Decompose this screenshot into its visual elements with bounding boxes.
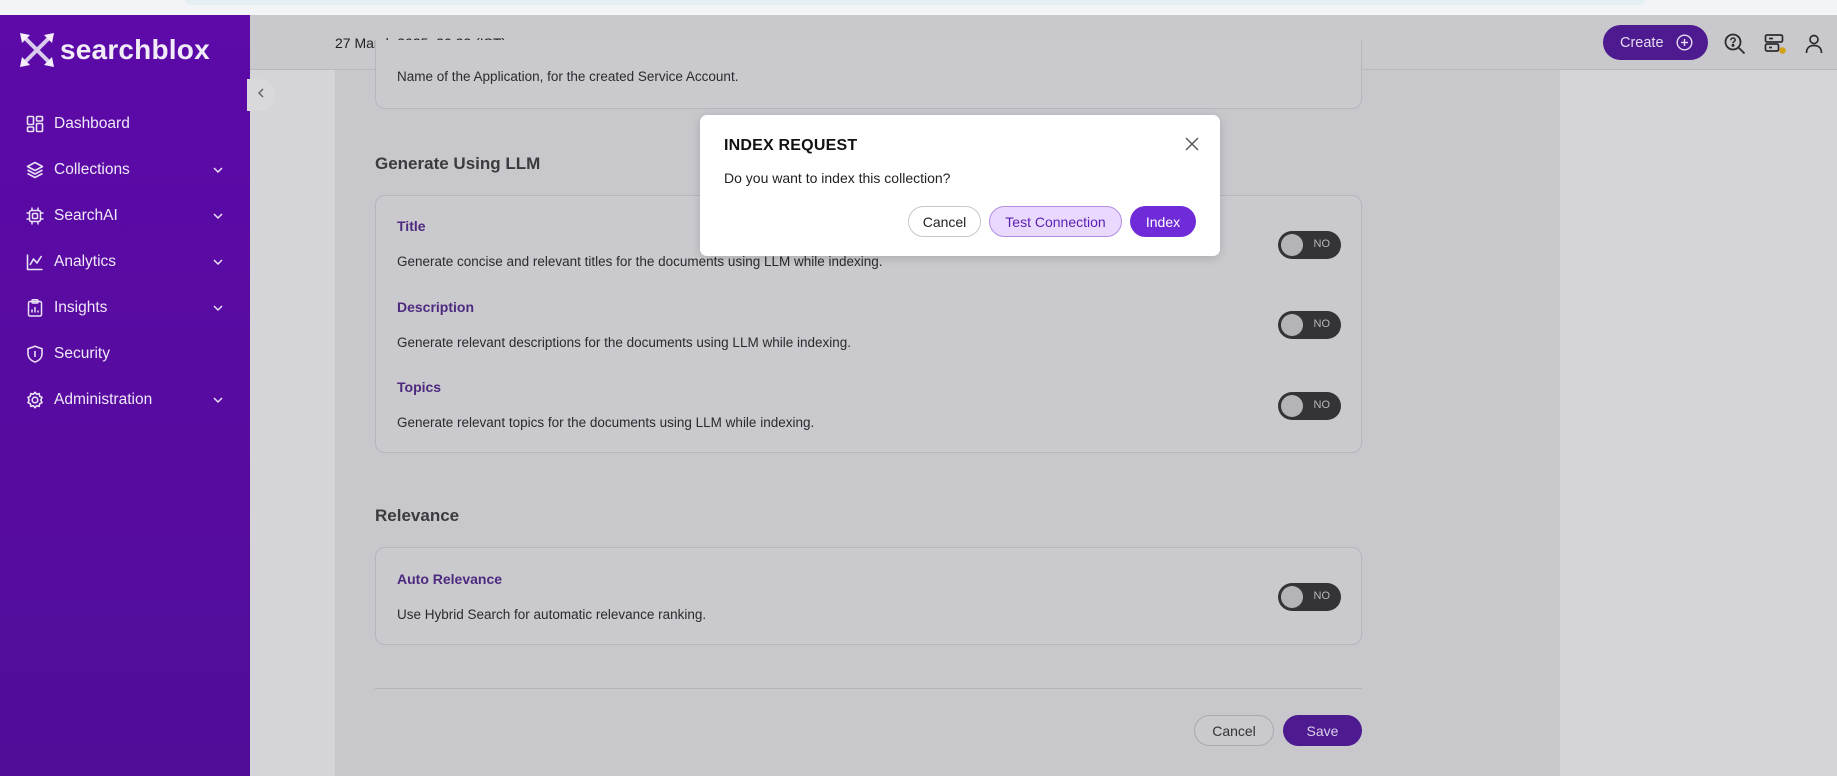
browser-url-bar[interactable] [185, 0, 1645, 5]
chevron-down-icon[interactable] [212, 209, 224, 227]
chevron-down-icon[interactable] [212, 163, 224, 181]
sidebar-item-label: Analytics [54, 253, 117, 270]
llm-description-desc: Generate relevant descriptions for the d… [397, 335, 852, 350]
layers-icon [26, 161, 44, 179]
llm-description-toggle[interactable]: NO [1278, 311, 1341, 339]
sidebar-item-label: Dashboard [54, 115, 130, 132]
llm-topics-label: Topics [397, 379, 442, 395]
form-save-button[interactable]: Save [1283, 715, 1362, 746]
server-status-icon[interactable] [1763, 32, 1787, 56]
dashboard-icon [26, 115, 44, 133]
sidebar-item-collections[interactable]: Collections [0, 147, 250, 193]
sidebar-item-label: Security [54, 345, 110, 362]
auto-relevance-label: Auto Relevance [397, 571, 503, 587]
llm-description-label: Description [397, 299, 475, 315]
toggle-state: NO [1313, 238, 1331, 250]
index-button[interactable]: Index [1130, 206, 1196, 237]
toggle-state: NO [1313, 318, 1331, 330]
search-help-icon[interactable] [1723, 32, 1747, 56]
logo[interactable]: searchblox [18, 32, 210, 68]
analytics-icon [26, 253, 44, 271]
modal-title: INDEX REQUEST [724, 137, 858, 154]
sidebar-item-administration[interactable]: Administration [0, 377, 250, 423]
toggle-knob [1281, 314, 1303, 336]
clipboard-icon [26, 299, 44, 317]
service-account-desc: Name of the Application, for the created… [397, 69, 739, 84]
toggle-knob [1281, 234, 1303, 256]
relevance-section-title: Relevance [375, 506, 460, 525]
chevron-down-icon[interactable] [212, 393, 224, 411]
sidebar: searchblox Dashboard Collections SearchA… [0, 15, 250, 776]
gear-icon [26, 391, 44, 409]
sidebar-item-dashboard[interactable]: Dashboard [0, 101, 250, 147]
create-button-label: Create [1620, 34, 1664, 51]
auto-relevance-toggle[interactable]: NO [1278, 583, 1341, 611]
llm-topics-toggle[interactable]: NO [1278, 392, 1341, 420]
form-divider [375, 688, 1362, 689]
searchblox-logo-icon [18, 31, 56, 69]
sidebar-item-label: SearchAI [54, 207, 118, 224]
llm-title-desc: Generate concise and relevant titles for… [397, 254, 883, 269]
shield-icon [26, 345, 44, 363]
service-account-card: Name of the Application, for the created… [375, 40, 1362, 109]
sidebar-item-searchai[interactable]: SearchAI [0, 193, 250, 239]
sidebar-item-security[interactable]: Security [0, 331, 250, 377]
sidebar-item-insights[interactable]: Insights [0, 285, 250, 331]
modal-cancel-button[interactable]: Cancel [908, 206, 981, 237]
chevron-down-icon[interactable] [212, 255, 224, 273]
user-profile-icon[interactable] [1802, 32, 1826, 56]
llm-title-label: Title [397, 218, 426, 234]
close-icon[interactable] [1184, 136, 1200, 152]
toggle-state: NO [1313, 590, 1331, 602]
toggle-state: NO [1313, 399, 1331, 411]
relevance-card: Auto Relevance Use Hybrid Search for aut… [375, 547, 1362, 645]
toggle-knob [1281, 395, 1303, 417]
sidebar-item-label: Insights [54, 299, 108, 316]
chevron-down-icon[interactable] [212, 301, 224, 319]
chevron-left-icon [256, 86, 266, 104]
create-button[interactable]: Create [1603, 25, 1708, 60]
sidebar-collapse-button[interactable] [247, 79, 275, 111]
sidebar-nav: Dashboard Collections SearchAI Analytics… [0, 101, 250, 423]
form-cancel-button[interactable]: Cancel [1194, 715, 1274, 746]
modal-message: Do you want to index this collection? [724, 170, 951, 186]
sidebar-item-label: Administration [54, 391, 153, 408]
test-connection-button[interactable]: Test Connection [989, 206, 1122, 237]
sidebar-item-label: Collections [54, 161, 130, 178]
sidebar-item-analytics[interactable]: Analytics [0, 239, 250, 285]
logo-text: searchblox [60, 34, 210, 65]
plus-circle-icon [1676, 34, 1693, 55]
index-request-modal: INDEX REQUEST Do you want to index this … [700, 115, 1220, 256]
llm-title-toggle[interactable]: NO [1278, 231, 1341, 259]
chip-icon [26, 207, 44, 225]
llm-section-title: Generate Using LLM [375, 154, 541, 173]
browser-strip [0, 0, 1837, 15]
auto-relevance-desc: Use Hybrid Search for automatic relevanc… [397, 607, 707, 622]
toggle-knob [1281, 586, 1303, 608]
llm-topics-desc: Generate relevant topics for the documen… [397, 415, 815, 430]
